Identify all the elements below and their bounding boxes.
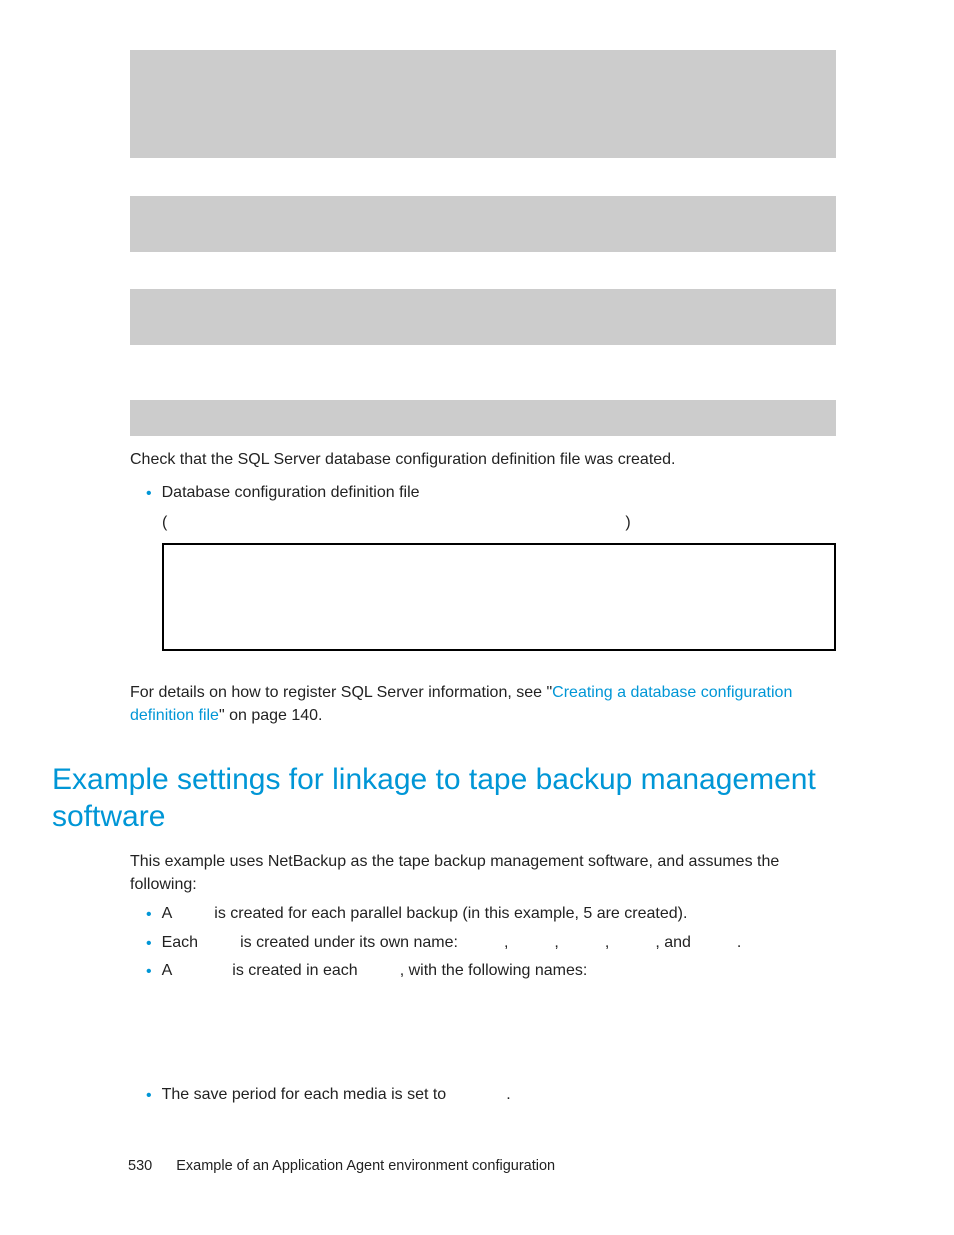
bullet-icon: • (146, 960, 152, 983)
bullet-content: Ais created in each , with the following … (162, 959, 836, 982)
text-fragment: , and (655, 934, 691, 951)
bullet-icon: • (146, 1084, 152, 1107)
bullet-icon: • (146, 903, 152, 926)
assumptions-list: • Ais created for each parallel backup (… (130, 902, 836, 1107)
bullet-text: Database configuration definition file (162, 484, 420, 501)
text-fragment: A (162, 905, 173, 922)
open-paren: ( (162, 511, 167, 534)
details-paragraph: For details on how to register SQL Serve… (130, 681, 836, 727)
code-block-3 (130, 289, 836, 345)
bullet-icon: • (146, 932, 152, 955)
page-footer: 530 Example of an Application Agent envi… (128, 1156, 555, 1177)
paren-line: ( ) (162, 511, 836, 534)
text-fragment: , (504, 934, 508, 951)
text-fragment: , with the following names: (400, 962, 588, 979)
list-item: • The save period for each media is set … (146, 1083, 836, 1107)
bullet-content: Each is created under its own name:,,, , a… (162, 931, 836, 954)
document-page: Check that the SQL Server database confi… (0, 0, 954, 1147)
text-fragment: is created in each (232, 962, 357, 979)
text-fragment: , (605, 934, 609, 951)
intro-text: This example uses NetBackup as the tape … (130, 850, 836, 896)
footer-title: Example of an Application Agent environm… (176, 1158, 555, 1174)
text-fragment: is created under its own name: (240, 934, 458, 951)
page-number: 530 (128, 1158, 152, 1174)
section-heading: Example settings for linkage to tape bac… (52, 761, 836, 836)
list-item: • Ais created for each parallel backup (… (146, 902, 836, 926)
check-text: Check that the SQL Server database confi… (130, 448, 836, 471)
text-fragment: is created for each parallel backup (in … (214, 905, 687, 922)
list-item: • Database configuration definition file (146, 481, 836, 505)
text-fragment: . (737, 934, 741, 951)
text-fragment: The save period for each media is set to (162, 1086, 447, 1103)
list-item: • Each is created under its own name:,,,,… (146, 931, 836, 955)
details-prefix: For details on how to register SQL Serve… (130, 684, 552, 701)
code-block-4 (130, 400, 836, 436)
text-fragment: . (506, 1086, 510, 1103)
names-spacer (130, 983, 836, 1079)
close-paren: ) (625, 511, 630, 534)
content-indent: Check that the SQL Server database confi… (130, 50, 836, 727)
code-block-2 (130, 196, 836, 252)
bullet-content: Ais created for each parallel backup (in… (162, 902, 836, 925)
text-fragment: Each (162, 934, 198, 951)
text-fragment: A (162, 962, 173, 979)
details-suffix: " on page 140. (219, 707, 323, 724)
section-body: This example uses NetBackup as the tape … (130, 850, 836, 1107)
code-block-1 (130, 50, 836, 158)
bullet-icon: • (146, 482, 152, 505)
bullet-content: The save period for each media is set to… (162, 1083, 836, 1106)
list-item: • Ais created in each , with the followin… (146, 959, 836, 983)
text-fragment: , (554, 934, 558, 951)
config-file-box (162, 543, 836, 651)
